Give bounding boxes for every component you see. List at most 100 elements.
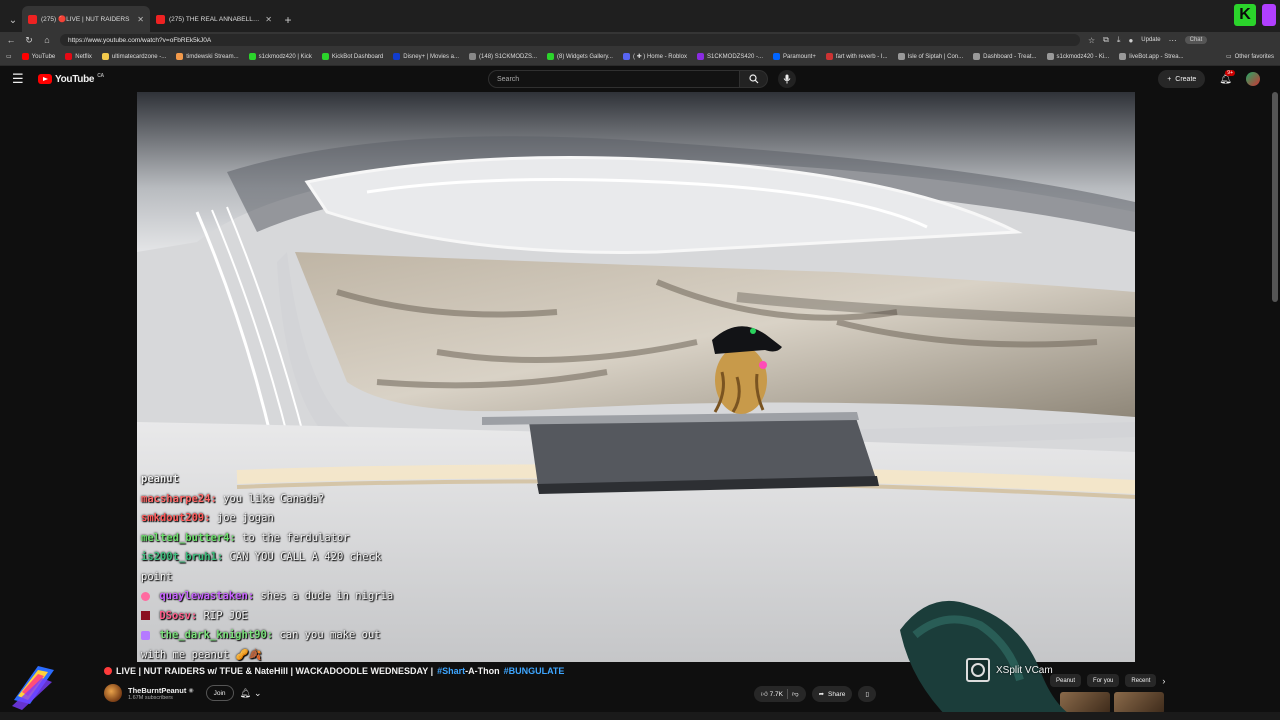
bookmark-item[interactable]: (148) S1CKMODZS... (469, 53, 537, 60)
bookmark-item[interactable]: ultimatecardzone -... (101, 53, 167, 60)
extensions-icon[interactable]: ⧉ (1103, 35, 1109, 45)
bookmark-label: (148) S1CKMODZS... (479, 53, 538, 60)
chat-text: to the ferdulator (242, 531, 350, 544)
bookmark-item[interactable]: KickBot Dashboard (321, 53, 384, 60)
youtube-logo[interactable]: YouTube CA (38, 73, 104, 85)
reload-icon[interactable]: ↻ (24, 35, 34, 46)
bookmark-item[interactable]: S1CKMODZS420 -... (696, 53, 763, 60)
chip-recent[interactable]: Recent (1125, 674, 1157, 687)
recommended-video-thumbnail[interactable] (1114, 692, 1164, 714)
more-icon[interactable]: ⋯ (1169, 36, 1177, 45)
bookmark-label: ultimatecardzone -... (111, 53, 167, 60)
share-button[interactable]: ➦ Share (811, 686, 853, 702)
bookmark-item[interactable]: YouTube (21, 53, 55, 60)
chat-username: smkdout209: (141, 512, 211, 524)
bookmark-item[interactable]: liveBot.app - Strea... (1119, 53, 1184, 60)
home-icon[interactable]: ⌂ (42, 35, 52, 45)
header-actions: + Create 🔔︎ 9+ (1158, 69, 1260, 88)
bookmark-item[interactable]: s1ckmodz420 - Ki... (1046, 53, 1109, 60)
other-favorites[interactable]: ▭ Other favorites (1226, 53, 1274, 61)
star-icon[interactable]: ☆ (1088, 36, 1095, 45)
bookmark-favicon-icon (773, 53, 780, 60)
video-player[interactable]: peanut macsharpe24: you like Canada? smk… (137, 92, 1135, 662)
address-bar[interactable]: https://www.youtube.com/watch?v=oFbREk5k… (60, 34, 1080, 46)
channel-info: TheBurntPeanut ◉ 1.67M subscribers (128, 686, 194, 701)
join-button[interactable]: Join (205, 685, 234, 701)
tab-list-icon[interactable]: ⌄ (4, 8, 22, 32)
menu-icon[interactable]: ☰ (12, 71, 28, 87)
bookmark-label: timdewski Stream... (186, 53, 239, 60)
tab-active[interactable]: (275) 🔴LIVE | NUT RAIDERS ✕ (22, 6, 150, 32)
bookmark-favicon-icon (393, 53, 401, 60)
search-input[interactable]: Search (488, 70, 740, 88)
update-button[interactable]: Update (1141, 37, 1160, 43)
create-label: Create (1175, 75, 1197, 83)
bookmark-item[interactable]: Isle of Siptah | Con... (897, 53, 963, 60)
bookmark-label: KickBot Dashboard (331, 53, 384, 60)
chat-username: quaylewastaken: (159, 590, 255, 602)
mic-icon (783, 74, 791, 84)
chat-button[interactable]: Chat (1184, 36, 1208, 44)
bookmark-item[interactable]: (8) Widgets Gallery... (547, 53, 613, 60)
voice-search-button[interactable] (778, 70, 796, 88)
profile-icon[interactable]: ● (1128, 36, 1133, 45)
plus-icon: + (1167, 75, 1172, 83)
close-tab-icon[interactable]: ✕ (137, 15, 144, 24)
bookmark-label: S1CKMODZS420 -... (706, 53, 763, 60)
kick-logo-icon: K (1234, 4, 1256, 26)
create-button[interactable]: + Create (1158, 70, 1206, 88)
heart-badge-icon (141, 591, 150, 601)
bookmark-folder-icon[interactable]: ▭ (6, 53, 12, 60)
bookmarks-bar: ▭ YouTube Netflix ultimatecardzone -... tim… (0, 48, 1280, 66)
chat-username: macsharpe24: (141, 492, 217, 505)
notification-badge: 9+ (1225, 69, 1235, 76)
notifications-button[interactable]: 🔔︎ 9+ (1219, 69, 1235, 85)
bookmark-item[interactable]: fart with reverb - I... (825, 53, 888, 60)
search-bar: Search (488, 70, 796, 88)
chat-message: peanut (141, 470, 441, 490)
search-button[interactable] (740, 70, 768, 88)
bookmark-item[interactable]: Netflix (65, 53, 92, 60)
chat-text: with me peanut (141, 648, 230, 661)
chat-text: point (141, 570, 173, 583)
back-icon[interactable]: ← (6, 35, 16, 45)
tab-label: (275) THE REAL ANNABELLE ATTA (169, 15, 261, 23)
download-icon[interactable]: ⤓ (1117, 35, 1121, 45)
account-avatar[interactable] (1246, 72, 1260, 86)
bookmark-favicon-icon (321, 53, 329, 60)
bookmark-favicon-icon (547, 53, 555, 60)
bookmark-item[interactable]: Paramount+ (773, 53, 816, 60)
page-scrollbar[interactable] (1272, 92, 1278, 302)
bookmark-item[interactable]: Dashboard - Treat... (973, 53, 1037, 60)
bookmark-item[interactable]: Disney+ | Movies a... (393, 53, 459, 60)
bookmark-favicon-icon (1046, 53, 1054, 60)
like-count: 7.7K (769, 691, 783, 698)
stream-chat-overlay: peanut macsharpe24: you like Canada? smk… (141, 470, 441, 662)
bookmark-item[interactable]: ( ✚ ) Home - Roblox (622, 53, 687, 60)
chat-username: the_dark_knight90: (159, 629, 274, 641)
bookmark-favicon-icon (248, 53, 256, 60)
channel-name-row: TheBurntPeanut ◉ (128, 686, 194, 695)
new-tab-button[interactable]: + (278, 8, 298, 32)
tab-inactive[interactable]: (275) THE REAL ANNABELLE ATTA ✕ (150, 6, 278, 32)
chat-text: RIP JOE (203, 609, 248, 622)
channel-name[interactable]: TheBurntPeanut (128, 686, 186, 695)
title-mid: -A-Thon (465, 666, 500, 676)
chip-for-you[interactable]: For you (1087, 674, 1120, 687)
save-button[interactable]: ▯ (858, 686, 876, 702)
hashtag-link[interactable]: #BUNGULATE (504, 666, 565, 676)
bookmark-item[interactable]: s1ckmodz420 | Kick (248, 53, 312, 60)
chat-text: can you make out (279, 629, 381, 641)
dislike-button[interactable]: 👎︎ (792, 690, 799, 698)
close-tab-icon[interactable]: ✕ (265, 15, 272, 24)
subscription-bell-button[interactable]: 🔔︎ ⌄ (240, 688, 262, 699)
channel-avatar[interactable] (104, 684, 122, 702)
hashtag-link[interactable]: #Shart (437, 666, 465, 676)
chevron-right-icon[interactable]: › (1162, 676, 1165, 686)
chat-username: DSosv: (159, 609, 198, 622)
like-button[interactable]: 👍︎ 7.7K (761, 690, 783, 698)
bookmark-item[interactable]: timdewski Stream... (176, 53, 239, 60)
share-label: Share (828, 690, 846, 698)
live-indicator-icon (104, 667, 112, 675)
video-actions: 👍︎ 7.7K 👎︎ ➦ Share ▯ (754, 686, 876, 702)
